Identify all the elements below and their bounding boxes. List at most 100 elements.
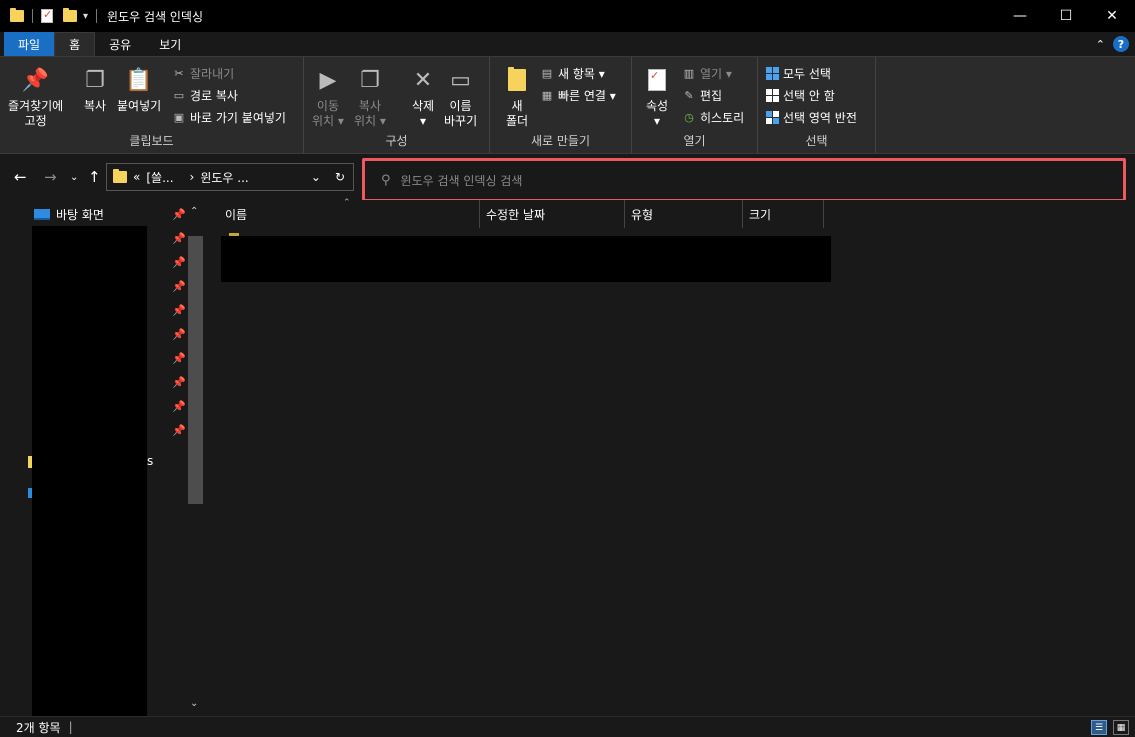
address-bar[interactable]: « [쓸... › 윈도우 ... ⌄ ↻ (106, 163, 354, 191)
pin-icon: 📌 (21, 67, 50, 93)
pin-icon[interactable]: 📌 (172, 208, 186, 221)
column-header-date-modified[interactable]: 수정한 날짜 (480, 200, 625, 228)
copy-path-label: 경로 복사 (190, 89, 238, 103)
folder-icon (28, 456, 32, 468)
breadcrumb-separator[interactable]: › (190, 170, 195, 184)
view-switcher: ☰ ▦ (1091, 720, 1129, 735)
collapse-ribbon-icon[interactable]: ⌃ (1096, 38, 1105, 51)
properties-icon[interactable] (41, 8, 53, 23)
column-header-label: 이름 (225, 207, 248, 222)
group-label-clipboard: 클립보드 (129, 134, 174, 148)
pin-icon[interactable]: 📌 (172, 376, 186, 389)
help-icon[interactable]: ? (1113, 36, 1129, 52)
paste-icon: 📋 (125, 67, 153, 93)
scrollbar-thumb[interactable] (188, 236, 203, 504)
search-placeholder: 윈도우 검색 인덱싱 검색 (400, 173, 523, 188)
pin-icon[interactable]: 📌 (172, 304, 186, 317)
easy-access-label: 빠른 연결 ▾ (558, 89, 616, 103)
desktop-icon (34, 209, 50, 220)
recent-locations-chevron-icon[interactable]: ⌄ (70, 172, 78, 183)
new-item-label: 새 항목 ▾ (558, 67, 605, 81)
large-icons-view-icon[interactable]: ▦ (1113, 720, 1129, 735)
open-button[interactable]: ▥ 열기 ▾ (682, 65, 732, 82)
paste-button[interactable]: 📋 붙여넣기 (117, 65, 161, 114)
column-header-label: 수정한 날짜 (486, 207, 546, 222)
new-item-button[interactable]: ▤ 새 항목 ▾ (540, 65, 605, 82)
tab-share[interactable]: 공유 (95, 32, 145, 56)
new-folder-button[interactable]: 새 폴더 (502, 65, 532, 129)
separator (96, 9, 98, 23)
paste-shortcut-label: 바로 가기 붙여넣기 (190, 111, 286, 125)
pin-icon[interactable]: 📌 (172, 280, 186, 293)
history-icon: ◷ (684, 111, 694, 124)
ribbon-options: ⌃ ? (1096, 36, 1129, 52)
copy-to-button[interactable]: ❐ 복사 위치 ▾ (354, 65, 386, 129)
new-folder-label: 새 폴더 (505, 99, 529, 128)
address-dropdown-icon[interactable]: ⌄ (311, 170, 321, 184)
group-label-new: 새로 만들기 (530, 134, 590, 148)
pin-icon[interactable]: 📌 (172, 424, 186, 437)
scroll-up-icon[interactable]: ⌃ (190, 206, 198, 217)
minimize-button[interactable]: — (997, 0, 1043, 32)
select-all-label: 모두 선택 (783, 67, 831, 81)
scroll-down-icon[interactable]: ⌄ (190, 698, 198, 709)
back-arrow-icon[interactable]: ← (14, 168, 27, 186)
nav-item-desktop[interactable]: 바탕 화면 (34, 206, 104, 223)
breadcrumb-item[interactable]: [쓸... (146, 169, 173, 186)
select-all-button[interactable]: 모두 선택 (766, 65, 831, 82)
history-button[interactable]: ◷ 히스토리 (682, 109, 744, 126)
forward-arrow-icon[interactable]: → (44, 168, 57, 186)
copy-label: 복사 (83, 99, 107, 113)
details-view-icon[interactable]: ☰ (1091, 720, 1107, 735)
path-overflow[interactable]: « (133, 170, 140, 184)
maximize-button[interactable]: ☐ (1043, 0, 1089, 32)
copy-to-label: 복사 위치 ▾ (354, 99, 386, 128)
easy-access-icon: ▦ (541, 89, 553, 102)
pin-quick-access-button[interactable]: 📌 즐겨찾기에 고정 (8, 65, 63, 129)
delete-button[interactable]: ✕ 삭제 ▾ (408, 65, 438, 129)
rename-label: 이름 바꾸기 (444, 99, 478, 128)
easy-access-button[interactable]: ▦ 빠른 연결 ▾ (540, 87, 616, 104)
move-to-button[interactable]: ▶ 이동 위치 ▾ (312, 65, 344, 129)
close-button[interactable]: ✕ (1089, 0, 1135, 32)
rename-button[interactable]: ▭ 이름 바꾸기 (444, 65, 477, 129)
refresh-icon[interactable]: ↻ (335, 170, 345, 184)
copy-button[interactable]: ❐ 복사 (80, 65, 110, 114)
column-header-size[interactable]: 크기 (743, 200, 824, 228)
column-header-label: 유형 (631, 207, 654, 222)
navigation-pane: 바탕 화면 📌 📌 📌 📌 📌 📌 📌 📌 📌 📌 ⌃ ⌄ s (0, 200, 204, 716)
tab-file[interactable]: 파일 (4, 32, 55, 56)
pin-icon[interactable]: 📌 (172, 328, 186, 341)
group-new: 새 폴더 ▤ 새 항목 ▾ ▦ 빠른 연결 ▾ 새로 만들기 (490, 57, 632, 153)
window-title: 윈도우 검색 인덱싱 (107, 9, 203, 24)
select-all-icon (766, 67, 779, 80)
tab-view[interactable]: 보기 (145, 32, 195, 56)
quick-access-toolbar: ▾ (10, 8, 101, 23)
select-none-button[interactable]: 선택 안 함 (766, 87, 835, 104)
edit-button[interactable]: ✎ 편집 (682, 87, 722, 104)
customize-toolbar-icon[interactable]: ▾ (83, 11, 88, 22)
cut-button[interactable]: ✂ 잘라내기 (172, 65, 234, 82)
copy-to-icon: ❐ (360, 67, 380, 93)
paste-shortcut-button[interactable]: ▣ 바로 가기 붙여넣기 (172, 109, 286, 126)
breadcrumb-item-current[interactable]: 윈도우 ... (200, 169, 248, 186)
column-header-type[interactable]: 유형 (625, 200, 743, 228)
ribbon-tabs: 파일 홈 공유 보기 ⌃ ? (0, 32, 1135, 56)
up-arrow-icon[interactable]: ↑ (88, 168, 101, 186)
invert-selection-button[interactable]: 선택 영역 반전 (766, 109, 857, 126)
search-input[interactable]: ⚲ 윈도우 검색 인덱싱 검색 (362, 158, 1126, 202)
title-bar: ▾ 윈도우 검색 인덱싱 — ☐ ✕ (0, 0, 1135, 32)
pin-icon[interactable]: 📌 (172, 400, 186, 413)
copy-path-button[interactable]: ▭ 경로 복사 (172, 87, 238, 104)
pin-icon[interactable]: 📌 (172, 232, 186, 245)
folder-icon (10, 8, 24, 22)
properties-button[interactable]: 속성 ▾ (642, 65, 672, 129)
pin-icon[interactable]: 📌 (172, 352, 186, 365)
tab-home[interactable]: 홈 (54, 32, 96, 56)
column-header-name[interactable]: 이름 (219, 200, 480, 228)
edit-icon: ✎ (684, 89, 694, 102)
move-icon: ▶ (319, 67, 337, 93)
new-folder-icon[interactable] (63, 8, 77, 22)
folder-icon (113, 169, 127, 183)
pin-icon[interactable]: 📌 (172, 256, 186, 269)
